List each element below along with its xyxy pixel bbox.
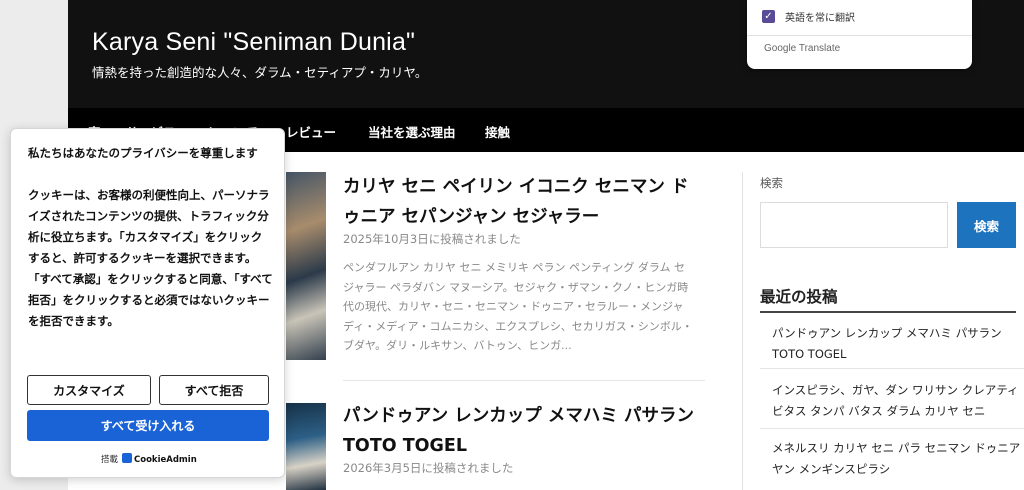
post-thumbnail[interactable] [286,403,326,490]
translate-popup: ✓ 英語を常に翻訳 Google Translate [747,0,972,69]
cookieadmin-brand[interactable]: CookieAdmin [134,455,197,465]
post-divider [343,380,705,381]
google-translate-logo: Google Translate [764,43,841,54]
site-tagline: 情熱を持った創造的な人々、ダラム・セティアプ・カリヤ。 [92,65,428,80]
translate-always-checkbox[interactable]: ✓ [762,10,775,23]
recent-posts-underline [760,311,1016,313]
recent-posts-heading: 最近の投稿 [760,288,838,306]
search-input[interactable] [760,202,948,248]
nav-item-contact[interactable]: 接触 [485,122,510,141]
accept-all-button[interactable]: すべて受け入れる [27,410,269,441]
cookie-title: 私たちはあなたのプライバシーを尊重します [28,146,258,160]
search-button[interactable]: 検索 [957,202,1016,248]
site-title[interactable]: Karya Seni "Seniman Dunia" [92,28,415,57]
post-date: 2026年3月5日に投稿されました [343,461,514,475]
translate-divider [747,35,972,36]
cookie-description: クッキーは、お客様の利便性向上、パーソナライズされたコンテンツの提供、トラフィッ… [28,188,273,328]
sidebar-divider [742,172,743,490]
nav-item-reviews[interactable]: レビュー [286,122,336,141]
post-thumbnail[interactable] [286,172,326,360]
post-title[interactable]: カリヤ セニ ペイリン イコニク セニマン ドゥニア セパンジャン セジャラー [343,172,698,232]
recent-post-link[interactable]: メネルスリ カリヤ セニ パラ セニマン ドゥニア ヤン メンギンスピラシ [772,438,1024,480]
translate-always-label[interactable]: 英語を常に翻訳 [785,9,855,24]
cookieadmin-shield-icon [122,453,133,463]
cookie-powered-by: 搭載 CookieAdmin [101,453,197,465]
powered-by-label: 搭載 [101,455,119,465]
post-title[interactable]: パンドゥアン レンカップ メマハミ パサラン TOTO TOGEL [343,401,698,461]
recent-post-link[interactable]: パンドゥアン レンカップ メマハミ パサラン TOTO TOGEL [772,323,1024,365]
post-excerpt: ペンダフルアン カリヤ セニ メミリキ ペラン ペンティング ダラム セジャラー… [343,261,693,352]
recent-post-separator [760,368,1024,369]
recent-post-separator [760,428,1024,429]
nav-item-why-us[interactable]: 当社を選ぶ理由 [368,122,456,141]
search-label: 検索 [760,176,783,190]
cookie-consent-panel: 私たちはあなたのプライバシーを尊重します クッキーは、お客様の利便性向上、パーソ… [10,128,285,478]
reject-all-button[interactable]: すべて拒否 [159,375,269,405]
customize-button[interactable]: カスタマイズ [27,375,151,405]
post-date: 2025年10月3日に投稿されました [343,232,521,246]
recent-post-link[interactable]: インスピラシ、ガヤ、ダン ワリサン クレアティビタス タンパ バタス ダラム カ… [772,380,1024,422]
